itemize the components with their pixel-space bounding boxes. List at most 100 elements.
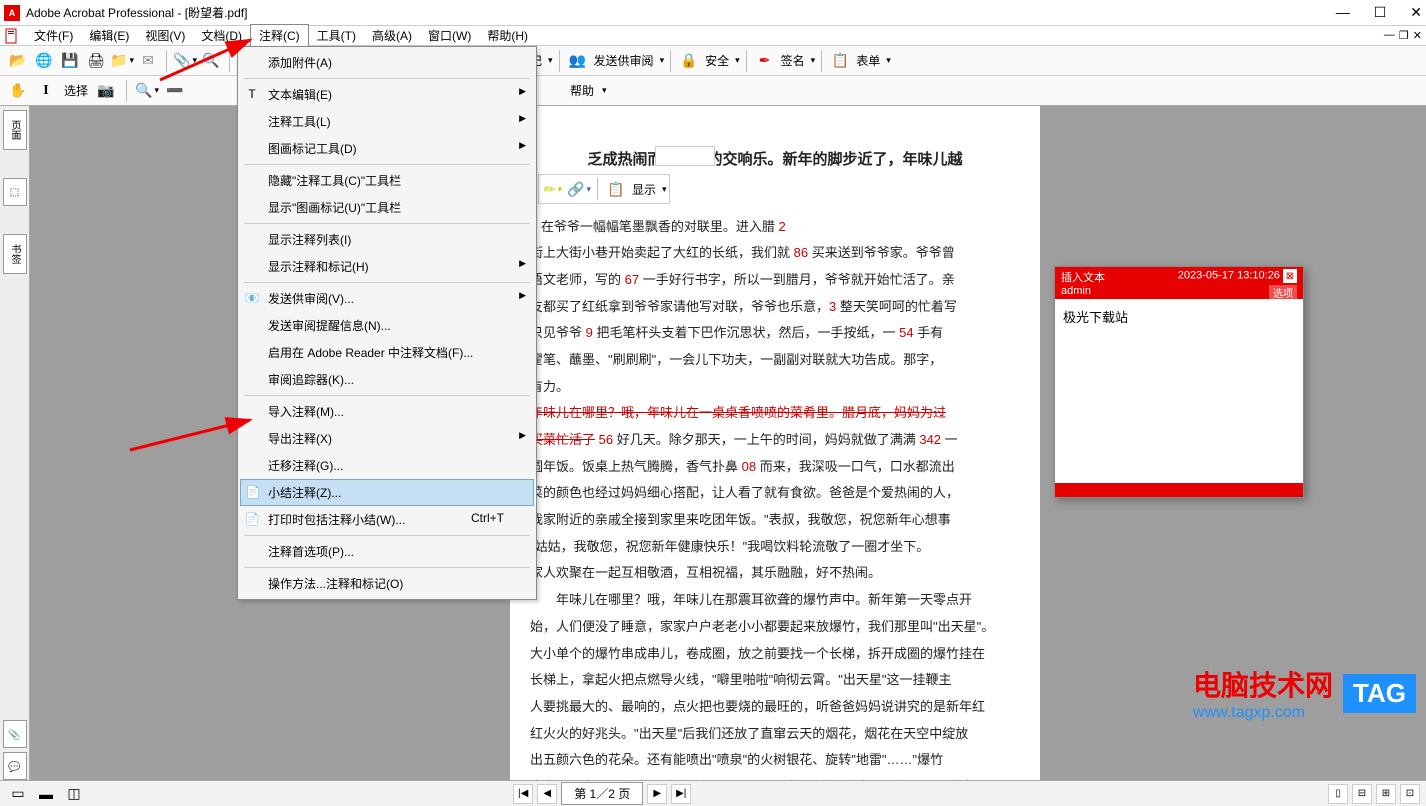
email-icon[interactable]: ✉ [136, 49, 160, 73]
menu-tools[interactable]: 工具(T) [309, 25, 364, 46]
menu-drawing-tools[interactable]: 图画标记工具(D)▶ [240, 135, 534, 162]
last-page-icon[interactable]: ▶| [671, 784, 691, 804]
menu-summarize-comments[interactable]: 📄小结注释(Z)... [240, 479, 534, 506]
organizer-icon[interactable]: 📁▾ [110, 49, 134, 73]
comment-menu-dropdown: 添加附件(A) T文本编辑(E)▶ 注释工具(L)▶ 图画标记工具(D)▶ 隐藏… [237, 46, 537, 600]
hand-tool-icon[interactable]: ✋ [6, 79, 30, 103]
print-icon[interactable]: 🖨 [84, 49, 108, 73]
menu-comment-tools[interactable]: 注释工具(L)▶ [240, 108, 534, 135]
menu-send-reminder[interactable]: 发送审阅提醒信息(N)... [240, 312, 534, 339]
popup-close-icon[interactable]: ⊠ [1283, 269, 1297, 283]
popup-options[interactable]: 选项 [1269, 285, 1297, 300]
save-icon[interactable]: 💾 [58, 49, 82, 73]
menu-enable-reader-commenting[interactable]: 启用在 Adobe Reader 中注释文档(F)... [240, 339, 534, 366]
snapshot-icon[interactable]: 📷 [94, 79, 118, 103]
para: 语文老师，写的 67 一手好行书字，所以一到腊月，爷爷就开始忙活了。亲 [530, 268, 1020, 293]
statusbar: ▭ ▬ ◫ |◀ ◀ 第 1／2 页 ▶ ▶| ▯ ⊟ ⊞ ⊡ [0, 780, 1426, 806]
menubar: 文件(F) 编辑(E) 视图(V) 文档(D) 注释(C) 工具(T) 高级(A… [0, 26, 1426, 46]
mdi-restore[interactable]: ❐ [1399, 29, 1409, 42]
menu-file[interactable]: 文件(F) [26, 25, 81, 46]
highlighter-icon[interactable]: ✏▾ [541, 177, 565, 201]
text-icon: T [244, 86, 260, 102]
menu-window[interactable]: 窗口(W) [420, 25, 479, 46]
single-page-icon[interactable]: ▭ [6, 782, 30, 806]
menu-show-drawing-toolbar[interactable]: 显示"图画标记(U)"工具栏 [240, 194, 534, 221]
forms-icon[interactable]: 📋 [828, 49, 852, 73]
menu-advanced[interactable]: 高级(A) [364, 25, 420, 46]
send-review-label[interactable]: 发送供审阅 [592, 52, 656, 69]
menu-text-edit[interactable]: T文本编辑(E)▶ [240, 81, 534, 108]
nav-tab-pages[interactable]: 页面 [3, 110, 27, 150]
show-label[interactable]: 显示 [630, 181, 658, 198]
mdi-close[interactable]: ✕ [1413, 29, 1422, 42]
popup-body[interactable]: 极光下载站 [1055, 299, 1303, 334]
watermark-tag: TAG [1343, 674, 1416, 713]
menu-comment[interactable]: 注释(C) [250, 24, 309, 47]
attach-icon[interactable]: 📎▾ [173, 49, 197, 73]
secure-label[interactable]: 安全 [703, 52, 731, 69]
help-label[interactable]: 帮助 [568, 82, 596, 99]
para: 人要挑最大的、最响的，点火把也要烧的最旺的，听爸爸妈妈说讲究的是新年红 [530, 695, 1020, 720]
continuous-icon[interactable]: ▬ [34, 782, 58, 806]
nav-tab-attachments[interactable]: 📎 [3, 720, 27, 748]
layout-icon-4[interactable]: ⊡ [1400, 784, 1420, 804]
nav-tab-comments[interactable]: 💬 [3, 752, 27, 780]
para: 街上大街小巷开始卖起了大红的长纸，我们就 86 买来送到爷爷家。爷爷曾 [530, 241, 1020, 266]
popup-header[interactable]: 插入文本 2023-05-17 13:10:26 ⊠ admin 选项 [1055, 267, 1303, 299]
menu-review-tracker[interactable]: 审阅追踪器(K)... [240, 366, 534, 393]
popup-timestamp: 2023-05-17 13:10:26 [1178, 270, 1280, 282]
show-icon[interactable]: 📋 [604, 177, 628, 201]
forms-label[interactable]: 表单 [854, 52, 882, 69]
menu-help[interactable]: 帮助(H) [479, 25, 536, 46]
page-indicator[interactable]: 第 1／2 页 [561, 782, 643, 805]
pen-icon[interactable]: ✒ [753, 49, 777, 73]
lock-icon[interactable]: 🔒 [677, 49, 701, 73]
menu-show-comments-markup[interactable]: 显示注释和标记(H)▶ [240, 253, 534, 280]
first-page-icon[interactable]: |◀ [513, 784, 533, 804]
prev-page-icon[interactable]: ◀ [537, 784, 557, 804]
search-icon[interactable]: 🔍 [199, 49, 223, 73]
zoom-out-icon[interactable]: ➖ [163, 79, 187, 103]
menu-print-with-summary[interactable]: 📄打印时包括注释小结(W)...Ctrl+T [240, 506, 534, 533]
facing-icon[interactable]: ◫ [62, 782, 86, 806]
para: "姑姑，我敬您，祝您新年健康快乐！"我喝饮料轮流敬了一圈才坐下。 [530, 535, 1020, 560]
layout-icon-1[interactable]: ▯ [1328, 784, 1348, 804]
text-select-icon[interactable]: I [34, 79, 58, 103]
popup-title: 插入文本 [1061, 269, 1105, 285]
menu-export-comments[interactable]: 导出注释(X)▶ [240, 425, 534, 452]
popup-author: admin [1061, 285, 1091, 300]
menu-comment-preferences[interactable]: 注释首选项(P)... [240, 538, 534, 565]
layout-icon-3[interactable]: ⊞ [1376, 784, 1396, 804]
menu-send-for-review[interactable]: 📧发送供审阅(V)...▶ [240, 285, 534, 312]
menu-show-comment-list[interactable]: 显示注释列表(I) [240, 226, 534, 253]
nav-tab-bookmarks[interactable]: 书签 [3, 234, 27, 274]
para: 友都买了红纸拿到爷爷家请他写对联，爷爷也乐意，3 整天笑呵呵的忙着写 [530, 295, 1020, 320]
open-folder-icon[interactable]: 📂 [6, 49, 30, 73]
search-box-small[interactable] [655, 146, 715, 166]
stamp-icon[interactable]: 🔗▾ [567, 177, 591, 201]
mdi-minimize[interactable]: — [1384, 29, 1395, 42]
window-title: Adobe Acrobat Professional - [盼望着.pdf] [26, 4, 1336, 21]
nav-tab-2[interactable]: ⬚ [3, 178, 27, 206]
maximize-button[interactable]: ☐ [1374, 4, 1387, 21]
menu-migrate-comments[interactable]: 迁移注释(G)... [240, 452, 534, 479]
menu-view[interactable]: 视图(V) [137, 25, 193, 46]
layout-icon-2[interactable]: ⊟ [1352, 784, 1372, 804]
navigation-panel: 页面 ⬚ 书签 📎 💬 [0, 106, 30, 780]
menu-hide-comment-toolbar[interactable]: 隐藏"注释工具(C)"工具栏 [240, 167, 534, 194]
zoom-in-icon[interactable]: 🔍▾ [135, 79, 159, 103]
minimize-button[interactable]: — [1336, 4, 1350, 21]
select-label[interactable]: 选择 [62, 82, 90, 99]
send-review-icon[interactable]: 👥 [566, 49, 590, 73]
new-from-web-icon[interactable]: 🌐 [32, 49, 56, 73]
next-page-icon[interactable]: ▶ [647, 784, 667, 804]
close-button[interactable]: ✕ [1410, 4, 1422, 21]
menu-howto-comments[interactable]: 操作方法...注释和标记(O) [240, 570, 534, 597]
para: 只见爷爷 9 把毛笔杆头支着下巴作沉思状，然后，一手按纸，一 54 手有 [530, 321, 1020, 346]
menu-import-comments[interactable]: 导入注释(M)... [240, 398, 534, 425]
sign-label[interactable]: 签名 [779, 52, 807, 69]
menu-edit[interactable]: 编辑(E) [81, 25, 137, 46]
text-insert-popup[interactable]: 插入文本 2023-05-17 13:10:26 ⊠ admin 选项 极光下载… [1054, 266, 1304, 498]
menu-add-attachment[interactable]: 添加附件(A) [240, 49, 534, 76]
menu-document[interactable]: 文档(D) [193, 25, 250, 46]
